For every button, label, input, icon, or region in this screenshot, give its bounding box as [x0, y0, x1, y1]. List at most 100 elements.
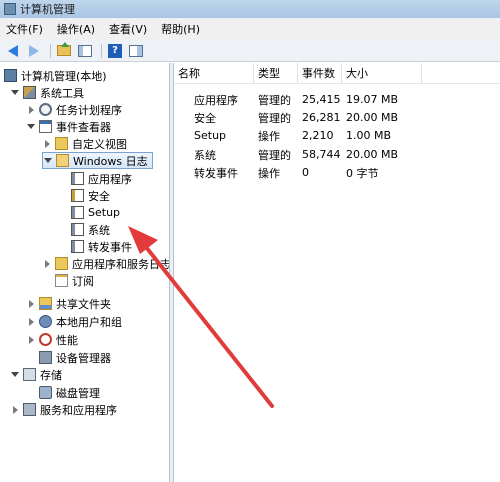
- column-header-type[interactable]: 类型: [254, 63, 298, 83]
- tree-item-root[interactable]: 计算机管理(本地): [4, 67, 107, 84]
- tree-item-label: 转发事件: [88, 240, 132, 254]
- tree-item-system-tools[interactable]: 系统工具: [10, 84, 84, 101]
- tree-item-event-viewer[interactable]: 事件查看器: [26, 118, 111, 135]
- tree-item-label: 本地用户和组: [56, 315, 122, 329]
- tree-item-windows-logs[interactable]: Windows 日志: [42, 152, 153, 169]
- tree-item-log-application[interactable]: 应用程序: [71, 170, 132, 187]
- window-title: 计算机管理: [20, 3, 75, 16]
- menu-action[interactable]: 操作(A): [57, 21, 95, 37]
- tree-item-disk-management[interactable]: 磁盘管理: [39, 384, 100, 401]
- tree-item-shared-folders[interactable]: 共享文件夹: [26, 295, 111, 312]
- chevron-right-icon: [28, 335, 34, 344]
- back-arrow-icon: [8, 44, 18, 57]
- cell-type: 管理的: [258, 148, 291, 162]
- tree-item-services-apps[interactable]: 服务和应用程序: [10, 401, 117, 418]
- tree-item-performance[interactable]: 性能: [26, 331, 78, 348]
- menu-view[interactable]: 查看(V): [109, 21, 147, 37]
- forward-arrow-icon: [29, 44, 39, 57]
- menu-file[interactable]: 文件(F): [6, 21, 43, 37]
- back-button[interactable]: [4, 43, 22, 59]
- collapse-toggle[interactable]: [26, 122, 36, 132]
- clock-icon: [39, 103, 52, 116]
- chevron-down-icon: [11, 372, 19, 377]
- tree-item-label: 安全: [88, 189, 110, 203]
- cell-name: Setup: [194, 129, 227, 142]
- tree-item-label: 系统工具: [40, 86, 84, 100]
- expand-toggle[interactable]: [42, 259, 52, 269]
- tree-item-apps-services-logs[interactable]: 应用程序和服务日志: [42, 255, 169, 272]
- cell-name: 转发事件: [194, 166, 238, 180]
- show-hide-tree-button[interactable]: [76, 43, 94, 59]
- tree-item-label: 自定义视图: [72, 137, 127, 151]
- subscription-icon: [55, 274, 68, 287]
- expand-toggle[interactable]: [10, 405, 20, 415]
- chevron-down-icon: [27, 124, 35, 129]
- chevron-right-icon: [28, 299, 34, 308]
- tree-item-label: 共享文件夹: [56, 297, 111, 311]
- tree-item-label: 存储: [40, 368, 62, 382]
- tree-item-label: Windows 日志: [73, 154, 148, 168]
- tree-item-log-system[interactable]: 系统: [71, 221, 110, 238]
- expand-toggle[interactable]: [26, 335, 36, 345]
- device-manager-icon: [39, 351, 52, 364]
- up-button[interactable]: [55, 42, 73, 59]
- tree-item-label: 订阅: [72, 274, 94, 288]
- forward-button[interactable]: [25, 43, 43, 59]
- cell-name: 安全: [194, 111, 216, 125]
- tree-item-subscriptions[interactable]: 订阅: [55, 272, 94, 289]
- tools-icon: [23, 86, 36, 99]
- folder-up-icon: [57, 42, 71, 56]
- tree-item-custom-views[interactable]: 自定义视图: [42, 135, 127, 152]
- column-header-size[interactable]: 大小: [342, 63, 422, 83]
- expand-toggle[interactable]: [26, 299, 36, 309]
- cell-type: 操作: [258, 166, 280, 180]
- chevron-down-icon: [44, 158, 52, 163]
- expand-toggle[interactable]: [26, 105, 36, 115]
- log-icon: [71, 240, 84, 253]
- tree-item-label: 系统: [88, 223, 110, 237]
- menu-help[interactable]: 帮助(H): [161, 21, 200, 37]
- tree-item-storage[interactable]: 存储: [10, 366, 62, 383]
- cell-name: 系统: [194, 148, 216, 162]
- tree-item-label: 事件查看器: [56, 120, 111, 134]
- tree-item-label: 任务计划程序: [56, 103, 122, 117]
- tree-item-local-users[interactable]: 本地用户和组: [26, 313, 122, 330]
- toolbar: ?: [0, 40, 500, 62]
- action-pane-icon: [129, 44, 143, 57]
- expand-toggle[interactable]: [42, 139, 52, 149]
- tree-item-label: 计算机管理(本地): [21, 69, 107, 83]
- computer-icon: [4, 69, 17, 82]
- toolbar-separator: [50, 43, 51, 58]
- chevron-down-icon: [11, 90, 19, 95]
- help-button[interactable]: ?: [106, 43, 124, 59]
- cell-name: 应用程序: [194, 93, 238, 107]
- tree-item-log-setup[interactable]: Setup: [71, 204, 120, 221]
- menu-bar: 文件(F) 操作(A) 查看(V) 帮助(H): [0, 18, 500, 40]
- cell-size: 19.07 MB: [346, 93, 399, 106]
- header-divider: [174, 83, 500, 84]
- computer-management-icon: [4, 3, 16, 15]
- tree-item-label: 应用程序和服务日志: [72, 257, 169, 271]
- tree-item-log-security[interactable]: 安全: [71, 187, 110, 204]
- tree-item-task-scheduler[interactable]: 任务计划程序: [26, 101, 122, 118]
- collapse-toggle[interactable]: [43, 156, 53, 166]
- cell-type: 操作: [258, 129, 280, 143]
- log-icon: [71, 172, 84, 185]
- chevron-right-icon: [28, 317, 34, 326]
- folder-open-icon: [56, 154, 69, 167]
- show-hide-action-pane-button[interactable]: [127, 43, 145, 59]
- cell-size: 20.00 MB: [346, 148, 399, 161]
- collapse-toggle[interactable]: [10, 370, 20, 380]
- column-header-name[interactable]: 名称: [174, 63, 254, 83]
- tree-item-label: 磁盘管理: [56, 386, 100, 400]
- log-list: 名称 类型 事件数 大小 应用程序 管理的 25,415 19.07 MB 安全…: [174, 63, 500, 482]
- expand-toggle[interactable]: [26, 317, 36, 327]
- chevron-right-icon: [28, 105, 34, 114]
- column-header-count[interactable]: 事件数: [298, 63, 342, 83]
- tree-item-label: 性能: [56, 333, 78, 347]
- collapse-toggle[interactable]: [10, 88, 20, 98]
- cell-count: 25,415: [302, 93, 341, 106]
- tree-item-device-manager[interactable]: 设备管理器: [39, 349, 111, 366]
- tree-item-log-forwarded[interactable]: 转发事件: [71, 238, 132, 255]
- toolbar-separator: [101, 43, 102, 58]
